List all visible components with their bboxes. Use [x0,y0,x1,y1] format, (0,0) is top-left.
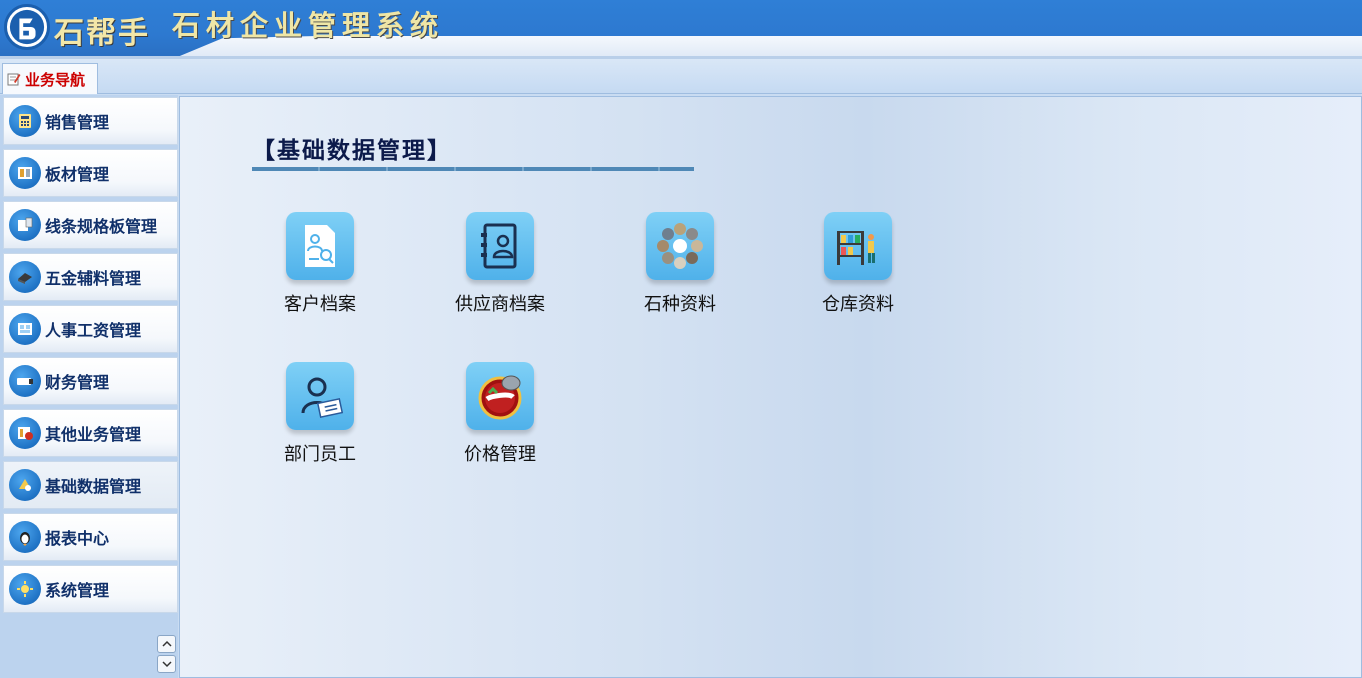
finance-icon [9,365,41,397]
logo-text: 石帮手 [54,16,150,51]
hardware-icon [9,261,41,293]
sidebar-item-other-business[interactable]: 其他业务管理 [3,409,178,457]
sidebar-item-label: 线条规格板管理 [45,217,158,236]
customer-file-icon [286,212,354,280]
sidebar-item-label: 五金辅料管理 [45,269,142,288]
sidebar-item-label: 销售管理 [45,113,110,132]
sidebar-item-label: 人事工资管理 [45,321,142,340]
tab-label: 业务导航 [25,70,86,89]
section-title: 【基础数据管理】 [252,137,452,164]
tile-label: 价格管理 [464,444,536,465]
tile-label: 部门员工 [284,444,356,465]
logo-icon [4,4,50,50]
sidebar: 销售管理 板材管理 线条规格板管理 五金辅料管理 人事工资管理 财务管理 其他业… [0,95,178,678]
sidebar-item-panels[interactable]: 板材管理 [3,149,178,197]
sidebar-item-label: 其他业务管理 [45,425,142,444]
sidebar-item-line-spec-boards[interactable]: 线条规格板管理 [3,201,178,249]
main-panel: 【基础数据管理】 客户档案 供应商档案 石种资料 仓库资料 部门员工 价格管理 [179,96,1362,678]
edit-document-icon [7,73,21,86]
tile-label: 仓库资料 [822,294,894,315]
sidebar-item-hardware[interactable]: 五金辅料管理 [3,253,178,301]
tile-label: 石种资料 [644,294,716,315]
sidebar-item-hr-payroll[interactable]: 人事工资管理 [3,305,178,353]
tile-warehouse-data[interactable]: 仓库资料 [793,212,923,316]
app-header: 石帮手 石材企业管理系统 [0,0,1362,59]
sidebar-scroll-up-button[interactable] [157,635,176,653]
tile-supplier-files[interactable]: 供应商档案 [435,212,565,316]
chevron-down-icon [161,661,172,668]
sidebar-item-label: 系统管理 [45,581,110,600]
price-management-icon [466,362,534,430]
warehouse-icon [824,212,892,280]
report-icon [9,521,41,553]
other-business-icon [9,417,41,449]
tile-label: 供应商档案 [455,294,545,315]
tile-label: 客户档案 [284,294,356,315]
tile-stone-types[interactable]: 石种资料 [615,212,745,316]
sidebar-item-label: 财务管理 [45,373,110,392]
sidebar-item-label: 报表中心 [45,529,110,548]
panel-icon [9,157,41,189]
tab-business-navigation[interactable]: 业务导航 [2,63,98,94]
system-settings-icon [9,573,41,605]
sidebar-item-basic-data[interactable]: 基础数据管理 [3,461,178,509]
sidebar-item-system-management[interactable]: 系统管理 [3,565,178,613]
department-staff-icon [286,362,354,430]
tile-customer-files[interactable]: 客户档案 [255,212,385,316]
sidebar-item-label: 基础数据管理 [45,477,142,496]
basic-data-icon [9,469,41,501]
sidebar-item-report-center[interactable]: 报表中心 [3,513,178,561]
stone-types-icon [646,212,714,280]
personnel-icon [9,313,41,345]
tile-department-staff[interactable]: 部门员工 [255,362,385,466]
tab-bar: 业务导航 [0,59,1362,94]
sidebar-item-finance[interactable]: 财务管理 [3,357,178,405]
ruler-board-icon [9,209,41,241]
sidebar-item-sales[interactable]: 销售管理 [3,97,178,145]
chevron-up-icon [161,640,172,647]
sidebar-scroll-down-button[interactable] [157,655,176,673]
section-title-underline [252,167,694,171]
sidebar-item-label: 板材管理 [45,165,110,184]
supplier-file-icon [466,212,534,280]
calculator-icon [9,105,41,137]
tile-price-management[interactable]: 价格管理 [435,362,565,466]
system-title: 石材企业管理系统 [172,9,445,42]
